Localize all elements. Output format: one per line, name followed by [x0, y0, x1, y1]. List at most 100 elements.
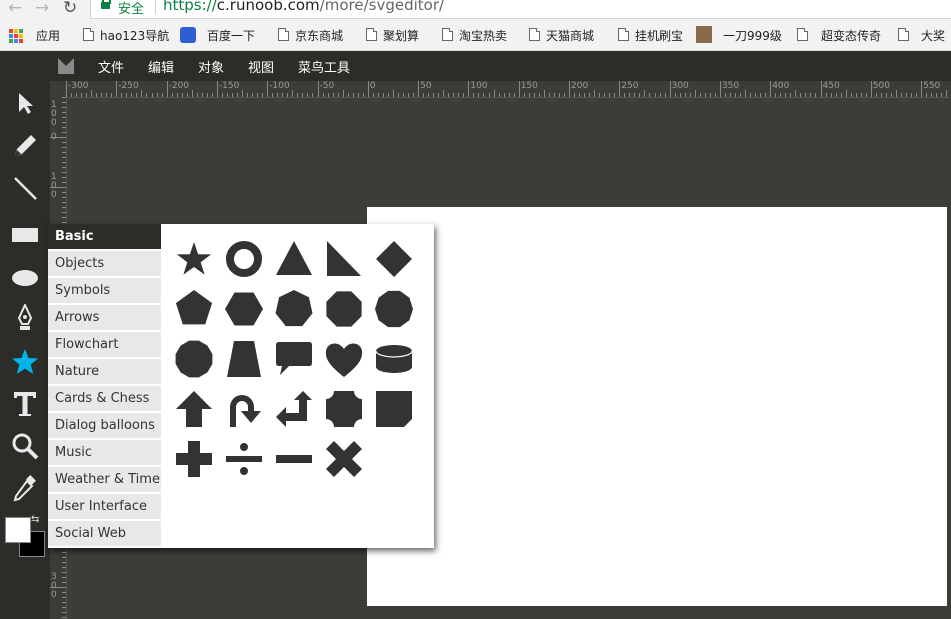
swap-colors-icon[interactable]: ⇆: [31, 514, 39, 525]
category-arrows[interactable]: Arrows: [48, 305, 161, 331]
ruler-tick: [931, 93, 933, 97]
bookmark-apps[interactable]: 应用: [36, 27, 60, 44]
ruler-tick: [81, 93, 83, 97]
pen-icon[interactable]: [10, 303, 40, 333]
document-icon: [797, 28, 808, 41]
bookmark-juhuasuan[interactable]: 聚划算: [383, 27, 419, 44]
fill-color-swatch[interactable]: [5, 517, 31, 543]
shape-octagon-icon[interactable]: [324, 289, 364, 329]
star-icon[interactable]: [10, 347, 40, 377]
shape-pentagon-icon[interactable]: [174, 289, 214, 329]
shape-right-triangle-icon[interactable]: [324, 239, 364, 279]
shape-star-icon[interactable]: [174, 239, 214, 279]
bookmark-baidu[interactable]: 百度一下: [207, 27, 255, 44]
ruler-tick: [196, 93, 198, 97]
category-flowchart[interactable]: Flowchart: [48, 332, 161, 358]
line-icon[interactable]: [10, 173, 40, 203]
shape-grid: [162, 236, 422, 536]
bookmark-hao123[interactable]: hao123导航: [100, 27, 169, 44]
ruler-tick: [750, 93, 752, 97]
shape-triangle-icon[interactable]: [274, 239, 314, 279]
shape-arrow-left-up-icon[interactable]: [274, 389, 314, 429]
menu-view[interactable]: 视图: [248, 57, 274, 76]
category-symbols[interactable]: Symbols: [48, 278, 161, 304]
ruler-tick: [62, 597, 66, 598]
category-dialog-balloons[interactable]: Dialog balloons: [48, 413, 161, 439]
menu-file[interactable]: 文件: [98, 57, 124, 76]
ruler-tick: [669, 81, 671, 97]
shape-plus-icon[interactable]: [174, 439, 214, 479]
ruler-tick: [936, 93, 938, 97]
eyedropper-icon[interactable]: [10, 474, 40, 504]
category-objects[interactable]: Objects: [48, 251, 161, 277]
shape-arrow-up-icon[interactable]: [174, 389, 214, 429]
ruler-label: -250: [118, 81, 139, 91]
category-cards-chess[interactable]: Cards & Chess: [48, 386, 161, 412]
shape-times-icon[interactable]: [324, 439, 364, 479]
shape-heart-icon[interactable]: [324, 339, 364, 379]
bookmark-dajiang[interactable]: 大奖: [921, 27, 945, 44]
ruler-tick: [257, 93, 259, 97]
zoom-icon[interactable]: [10, 431, 40, 461]
editor-logo-icon[interactable]: [58, 58, 74, 74]
url-input[interactable]: 安全 https://c.runoob.com/more/svgeditor/: [90, 0, 951, 19]
ruler-tick: [810, 93, 812, 97]
pencil-icon[interactable]: [10, 131, 40, 161]
apps-icon[interactable]: [9, 29, 23, 43]
ruler-tick: [136, 93, 138, 97]
ruler-tick: [543, 90, 545, 97]
menu-edit[interactable]: 编辑: [148, 57, 174, 76]
bookmark-guaji[interactable]: 挂机刷宝: [635, 27, 683, 44]
bookmark-yidao[interactable]: 一刀999级: [723, 27, 782, 44]
back-icon[interactable]: ←: [8, 0, 22, 17]
ruler-tick: [498, 93, 500, 97]
ruler-tick: [584, 93, 586, 97]
reload-icon[interactable]: ↻: [63, 0, 77, 17]
shape-plaque-icon[interactable]: [324, 389, 364, 429]
text-icon[interactable]: [10, 389, 40, 419]
menu-runoob-tools[interactable]: 菜鸟工具: [298, 57, 350, 76]
ruler-tick: [96, 93, 98, 97]
category-nature[interactable]: Nature: [48, 359, 161, 385]
shape-dodecagon-icon[interactable]: [174, 339, 214, 379]
category-weather-time[interactable]: Weather & Time: [48, 467, 161, 493]
bookmark-jd[interactable]: 京东商城: [295, 27, 343, 44]
shape-heptagon-icon[interactable]: [274, 289, 314, 329]
menu-object[interactable]: 对象: [198, 57, 224, 76]
shape-decagon-icon[interactable]: [374, 289, 414, 329]
shape-divide-icon[interactable]: [224, 439, 264, 479]
ruler-tick: [322, 93, 324, 97]
bookmark-taobao[interactable]: 淘宝热卖: [459, 27, 507, 44]
ellipse-icon[interactable]: [10, 263, 40, 293]
bookmark-tmall[interactable]: 天猫商城: [546, 27, 594, 44]
ruler-tick: [740, 93, 742, 97]
shape-diamond-icon[interactable]: [374, 239, 414, 279]
shape-library-flyout: Basic Objects Symbols Arrows Flowchart Nature…: [48, 224, 434, 548]
url-text[interactable]: https://c.runoob.com/more/svgeditor/: [163, 0, 444, 14]
shape-hexagon-icon[interactable]: [224, 289, 264, 329]
bookmark-chuanqi[interactable]: 超变态传奇: [821, 27, 881, 44]
ruler-tick: [272, 93, 274, 97]
ruler-tick: [719, 81, 721, 97]
select-icon[interactable]: [10, 88, 40, 118]
ruler-tick: [875, 93, 877, 97]
category-music[interactable]: Music: [48, 440, 161, 466]
shape-trapezoid-icon[interactable]: [224, 339, 264, 379]
shape-dialog-balloon-icon[interactable]: [274, 339, 314, 379]
ruler-tick: [372, 93, 374, 97]
category-social-web[interactable]: Social Web: [48, 521, 161, 547]
rectangle-icon[interactable]: [10, 220, 40, 250]
svg-canvas[interactable]: [367, 207, 947, 606]
shape-donut-icon[interactable]: [224, 239, 264, 279]
ruler-label: -50: [319, 81, 335, 91]
ruler-tick: [62, 562, 66, 563]
ruler-tick: [795, 90, 797, 97]
category-basic[interactable]: Basic: [48, 224, 161, 250]
shape-cylinder-icon[interactable]: [374, 339, 414, 379]
category-user-interface[interactable]: User Interface: [48, 494, 161, 520]
forward-icon[interactable]: →: [35, 0, 49, 17]
ruler-tick: [252, 93, 254, 97]
shape-minus-icon[interactable]: [274, 439, 314, 479]
shape-arrow-u-turn-icon[interactable]: [224, 389, 264, 429]
shape-folded-corner-icon[interactable]: [374, 389, 414, 429]
